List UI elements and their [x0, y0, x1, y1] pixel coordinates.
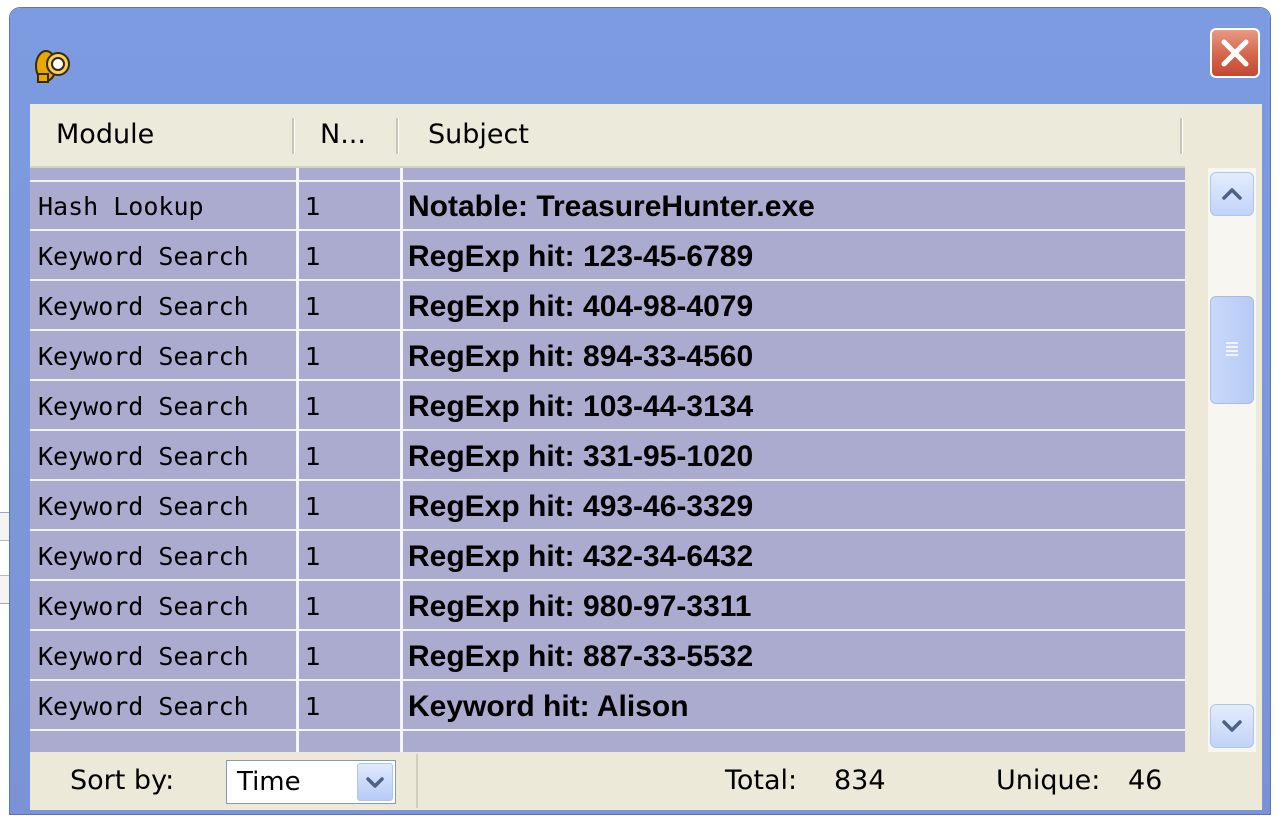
table-row[interactable]: Hash Lookup 1 Notable: TreasureHunter.ex…	[30, 182, 1185, 231]
close-icon	[1221, 39, 1249, 67]
total-value: 834	[834, 765, 886, 796]
cell-subject: Notable: TreasureHunter.exe	[408, 190, 815, 223]
table-row[interactable]: Keyword Search 1 Keyword hit: Alison	[30, 682, 1185, 731]
client-area: Module N... Subject Hash Lookup 1 Notabl…	[30, 104, 1262, 810]
cell-module: Keyword Search	[38, 392, 249, 421]
column-divider[interactable]	[1180, 118, 1183, 154]
cell-subject: RegExp hit: 331-95-1020	[408, 440, 754, 473]
chevron-up-icon	[1222, 188, 1242, 200]
cell-module: Keyword Search	[38, 442, 249, 471]
cell-subject: Keyword hit: Alison	[408, 690, 689, 723]
sort-dropdown-button[interactable]	[357, 763, 393, 801]
column-header-module[interactable]: Module	[56, 104, 154, 166]
cell-count: 1	[305, 442, 321, 471]
cell-subject: RegExp hit: 404-98-4079	[408, 290, 754, 323]
grid-line	[400, 168, 403, 752]
grid-line	[296, 168, 299, 752]
footer-bar: Sort by: Time Total: 834 Unique: 46	[30, 752, 1262, 810]
column-divider[interactable]	[396, 118, 399, 154]
unique-label: Unique:	[996, 765, 1101, 796]
table-header: Module N... Subject	[30, 104, 1185, 168]
cell-subject: RegExp hit: 980-97-3311	[408, 590, 752, 623]
cell-subject: RegExp hit: 493-46-3329	[408, 490, 754, 523]
table-row[interactable]: Keyword Search 1 RegExp hit: 331-95-1020	[30, 432, 1185, 481]
cell-subject: RegExp hit: 894-33-4560	[408, 340, 754, 373]
table-row[interactable]: Keyword Search 1 RegExp hit: 103-44-3134	[30, 382, 1185, 431]
cell-count: 1	[305, 342, 321, 371]
sort-by-select[interactable]: Time	[226, 760, 396, 804]
chevron-down-icon	[1222, 720, 1242, 732]
cell-subject: RegExp hit: 123-45-6789	[408, 240, 754, 273]
unique-value: 46	[1128, 765, 1163, 796]
table-row[interactable]: Keyword Search 1 RegExp hit: 493-46-3329	[30, 482, 1185, 531]
scroll-thumb[interactable]	[1210, 296, 1254, 404]
cell-count: 1	[305, 242, 321, 271]
cell-module: Keyword Search	[38, 342, 249, 371]
cell-module: Keyword Search	[38, 242, 249, 271]
cell-count: 1	[305, 292, 321, 321]
total-label: Total:	[725, 765, 798, 796]
column-header-count[interactable]: N...	[320, 104, 366, 166]
cell-count: 1	[305, 542, 321, 571]
vertical-scrollbar[interactable]	[1208, 168, 1256, 752]
scroll-up-button[interactable]	[1210, 172, 1254, 216]
title-bar[interactable]	[10, 8, 1270, 103]
cell-count: 1	[305, 592, 321, 621]
cell-count: 1	[305, 492, 321, 521]
cell-module: Keyword Search	[38, 542, 249, 571]
close-button[interactable]	[1210, 28, 1260, 78]
cell-module: Keyword Search	[38, 592, 249, 621]
cell-module: Hash Lookup	[38, 192, 204, 221]
scroll-down-button[interactable]	[1210, 704, 1254, 748]
notification-list[interactable]: Hash Lookup 1 Notable: TreasureHunter.ex…	[30, 168, 1185, 752]
sort-by-value: Time	[237, 767, 301, 797]
cell-subject: RegExp hit: 887-33-5532	[408, 640, 754, 673]
column-header-subject[interactable]: Subject	[428, 104, 529, 166]
column-divider[interactable]	[292, 118, 295, 154]
table-row[interactable]: Keyword Search 1 RegExp hit: 432-34-6432	[30, 532, 1185, 581]
cell-module: Keyword Search	[38, 642, 249, 671]
footer-divider	[416, 754, 418, 808]
cell-module: Keyword Search	[38, 692, 249, 721]
detective-dog-icon	[35, 50, 70, 83]
cell-module: Keyword Search	[38, 492, 249, 521]
chevron-down-icon	[366, 777, 384, 788]
cell-module: Keyword Search	[38, 292, 249, 321]
cell-count: 1	[305, 692, 321, 721]
table-row[interactable]: Keyword Search 1 RegExp hit: 404-98-4079	[30, 282, 1185, 331]
sort-label: Sort by:	[70, 765, 175, 796]
table-row[interactable]: Keyword Search 1 RegExp hit: 887-33-5532	[30, 632, 1185, 681]
table-row[interactable]: Keyword Search 1 RegExp hit: 980-97-3311	[30, 582, 1185, 631]
cell-count: 1	[305, 642, 321, 671]
table-row-partial	[30, 168, 1185, 182]
table-row[interactable]: Keyword Search 1 RegExp hit: 123-45-6789	[30, 232, 1185, 281]
cell-subject: RegExp hit: 432-34-6432	[408, 540, 754, 573]
table-row[interactable]: Keyword Search 1 RegExp hit: 894-33-4560	[30, 332, 1185, 381]
cell-count: 1	[305, 392, 321, 421]
cell-subject: RegExp hit: 103-44-3134	[408, 390, 754, 423]
grip-icon	[1226, 342, 1238, 356]
notifications-window: Module N... Subject Hash Lookup 1 Notabl…	[10, 8, 1270, 814]
cell-count: 1	[305, 192, 321, 221]
